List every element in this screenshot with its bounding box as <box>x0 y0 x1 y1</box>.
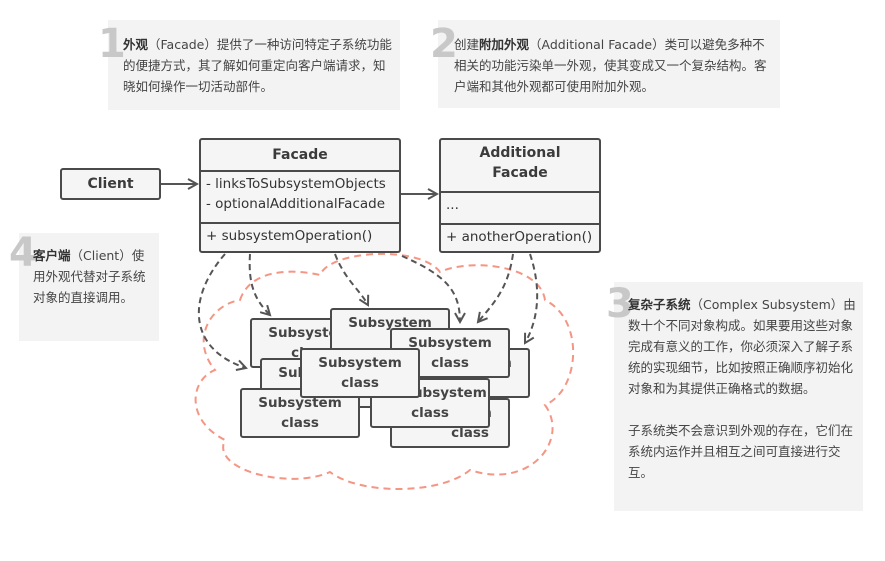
subsystem-label: Subsystem <box>318 355 402 371</box>
note-3: 3 复杂子系统（Complex Subsystem）由数十个不同对象构成。如果要… <box>606 282 863 511</box>
subsystem-class[interactable]: Subsystem class <box>300 348 420 398</box>
additional-facade-class[interactable]: Additional Facade ... + anotherOperation… <box>439 138 601 253</box>
subsystem-label: ... <box>446 197 459 213</box>
subsystem-label: 1 <box>98 21 126 67</box>
subsystem-label: + subsystemOperation() <box>206 228 373 244</box>
subsystem-label: 客户端 <box>33 248 71 263</box>
additional-methods: + anotherOperation() <box>441 223 599 249</box>
subsystem-label: - optionalAdditionalFacade <box>206 196 386 212</box>
subsystem-label: 创建 <box>454 37 480 52</box>
subsystem-label: - linksToSubsystemObjects <box>206 176 386 192</box>
subsystem-label: 复杂子系统 <box>628 297 691 312</box>
subsystem-label: + anotherOperation() <box>446 229 593 245</box>
facade-class[interactable]: Facade - linksToSubsystemObjects - option… <box>199 138 401 253</box>
client-class[interactable]: Client <box>60 168 161 200</box>
subsystem-label: class <box>341 375 379 391</box>
subsystem-label: Client <box>87 176 134 192</box>
subsystem-label: 子系统类不会意识到外观的存在，它们在系统内运作并且相互之间可直接进行交互。 <box>628 423 854 480</box>
note-2: 2 创建附加外观（Additional Facade）类可以避免多种不相关的功能… <box>430 20 780 108</box>
facade-methods: + subsystemOperation() <box>201 222 399 248</box>
facade-fields: - linksToSubsystemObjects - optionalAddit… <box>201 170 399 222</box>
subsystem-label: 外观 <box>123 37 149 52</box>
subsystem-label: 附加外观 <box>479 37 530 52</box>
subsystem-label: class <box>411 405 449 421</box>
subsystem-label: （Facade）提供了一种访问特定子系统功能的便捷方式，其了解如何重定向客户端请… <box>123 37 392 94</box>
note-4: 4 客户端（Client）使用外观代替对子系统对象的直接调用。 <box>9 233 159 341</box>
note-1: 1 外观（Facade）提供了一种访问特定子系统功能的便捷方式，其了解如何重定向… <box>98 20 400 110</box>
subsystem-label: Additional Facade <box>479 145 561 181</box>
subsystem-label: Facade <box>272 147 328 163</box>
subsystem-label: class <box>281 415 319 431</box>
additional-fields: ... <box>441 191 599 223</box>
